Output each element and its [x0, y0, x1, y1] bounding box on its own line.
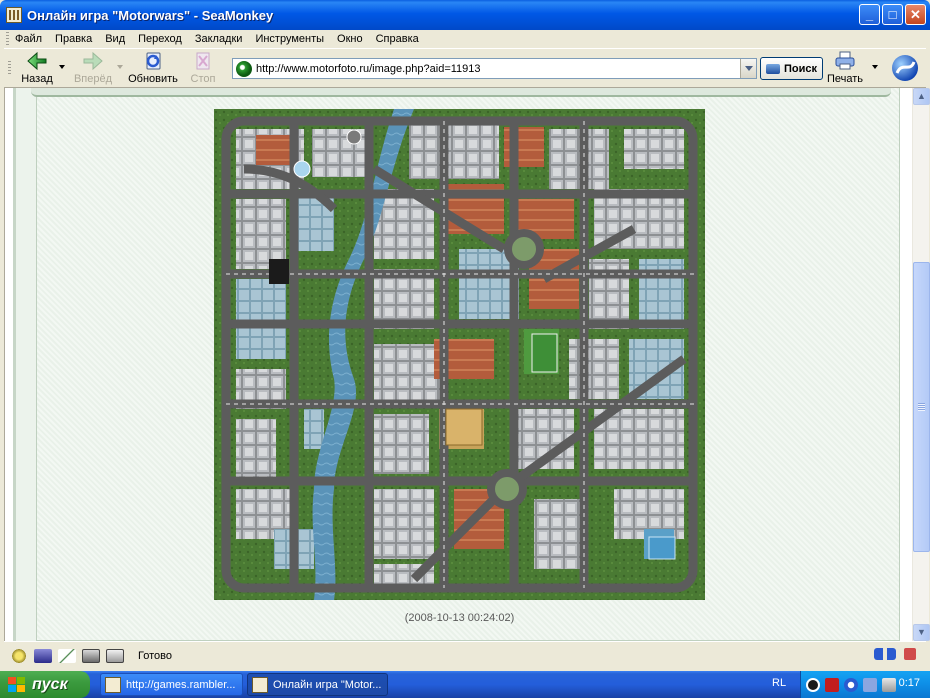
reload-button[interactable]: Обновить	[128, 51, 178, 85]
city-map-svg	[214, 109, 705, 600]
window-title: Онлайн игра "Motorwars" - SeaMonkey	[27, 7, 274, 23]
back-arrow-icon	[27, 51, 47, 71]
toolbar-grip[interactable]	[8, 61, 11, 75]
menubar-grip[interactable]	[6, 32, 9, 46]
menu-bar: Файл Правка Вид Переход Закладки Инструм…	[4, 30, 926, 48]
city-map-image[interactable]	[214, 109, 705, 600]
menu-go[interactable]: Переход	[138, 33, 182, 45]
dark-tower	[269, 259, 289, 284]
back-label: Назад	[21, 73, 53, 85]
clock[interactable]: 0:17	[899, 677, 920, 689]
stop-icon	[196, 52, 210, 70]
print-button[interactable]: Печать	[826, 51, 864, 85]
search-label: Поиск	[783, 62, 817, 75]
menu-bookmarks[interactable]: Закладки	[195, 33, 243, 45]
glass-tower	[648, 536, 676, 560]
url-bar[interactable]: http://www.motorfoto.ru/image.php?aid=11…	[232, 58, 757, 79]
printer-icon	[835, 51, 855, 70]
status-text: Готово	[138, 649, 172, 662]
roundabout-south	[487, 469, 527, 509]
tray-misc-icon[interactable]	[863, 677, 877, 692]
menu-window[interactable]: Окно	[337, 33, 363, 45]
reload-icon	[146, 52, 161, 70]
back-dropdown-icon[interactable]	[59, 65, 65, 69]
forward-dropdown-icon[interactable]	[117, 65, 123, 69]
print-dropdown-icon[interactable]	[872, 65, 878, 69]
vertical-scrollbar[interactable]: ▲ ▼	[912, 88, 930, 641]
seamonkey-app-icon	[6, 7, 22, 23]
reload-label: Обновить	[128, 73, 178, 85]
seamonkey-throbber-icon[interactable]	[890, 53, 920, 83]
panel-top-edge	[31, 88, 891, 97]
central-dome-building	[445, 408, 483, 446]
status-bar: Готово	[4, 641, 926, 669]
back-button[interactable]: Назад	[18, 51, 56, 85]
network-icon[interactable]	[844, 677, 858, 692]
url-history-dropdown[interactable]	[740, 59, 756, 78]
roundabout-north	[504, 229, 544, 269]
search-button[interactable]: Поиск	[760, 57, 823, 80]
site-icon	[236, 60, 252, 77]
menu-file[interactable]: Файл	[15, 33, 42, 45]
menu-tools[interactable]: Инструменты	[255, 33, 324, 45]
menu-help[interactable]: Справка	[376, 33, 419, 45]
forward-button[interactable]: Вперёд	[70, 51, 116, 85]
irc-chat-icon[interactable]	[106, 648, 124, 663]
composer-icon[interactable]	[58, 648, 76, 663]
task-label: Онлайн игра "Motor...	[273, 678, 382, 691]
url-input[interactable]: http://www.motorfoto.ru/image.php?aid=11…	[256, 63, 740, 75]
tray-app-icon[interactable]	[806, 677, 820, 692]
language-indicator[interactable]: RL	[772, 677, 786, 689]
navigator-icon[interactable]	[10, 648, 28, 663]
start-button[interactable]: пуск	[0, 671, 90, 698]
maximize-button[interactable]: □	[882, 4, 903, 25]
antivirus-icon[interactable]	[825, 677, 839, 692]
volume-icon[interactable]	[882, 677, 896, 692]
stop-button[interactable]: Стоп	[188, 51, 218, 85]
taskbar-item-rambler[interactable]: http://games.rambler...	[100, 673, 243, 696]
connection-status-icon[interactable]	[874, 648, 896, 660]
mail-icon[interactable]	[34, 648, 52, 663]
scroll-thumb[interactable]	[913, 262, 930, 552]
security-lock-icon[interactable]	[904, 648, 916, 660]
stadium	[531, 333, 558, 373]
windows-logo-icon	[8, 676, 26, 693]
task-label: http://games.rambler...	[126, 678, 236, 691]
start-label: пуск	[32, 675, 68, 693]
title-bar[interactable]: Онлайн игра "Motorwars" - SeaMonkey _ □ …	[0, 0, 930, 30]
forward-label: Вперёд	[73, 73, 113, 85]
address-book-icon[interactable]	[82, 648, 100, 663]
close-button[interactable]: ✕	[905, 4, 926, 25]
helipad	[346, 129, 362, 145]
scroll-down-button[interactable]: ▼	[913, 624, 930, 641]
menu-view[interactable]: Вид	[105, 33, 125, 45]
image-caption: (2008-10-13 00:24:02)	[404, 612, 515, 624]
minimize-button[interactable]: _	[859, 4, 880, 25]
task-app-icon	[105, 676, 121, 693]
fountain	[293, 160, 311, 178]
navigation-toolbar: Назад Вперёд Обновить Стоп http://www.mo…	[4, 48, 926, 88]
search-icon	[765, 63, 780, 74]
scroll-up-button[interactable]: ▲	[913, 88, 930, 105]
menu-edit[interactable]: Правка	[55, 33, 92, 45]
forward-arrow-icon	[83, 51, 103, 71]
taskbar: пуск http://games.rambler... Онлайн игра…	[0, 671, 930, 698]
task-app-icon	[252, 676, 268, 693]
print-label: Печать	[826, 73, 864, 85]
system-tray: 0:17	[800, 671, 930, 698]
stop-label: Стоп	[190, 73, 216, 85]
taskbar-item-motorwars[interactable]: Онлайн игра "Motor...	[247, 673, 388, 696]
